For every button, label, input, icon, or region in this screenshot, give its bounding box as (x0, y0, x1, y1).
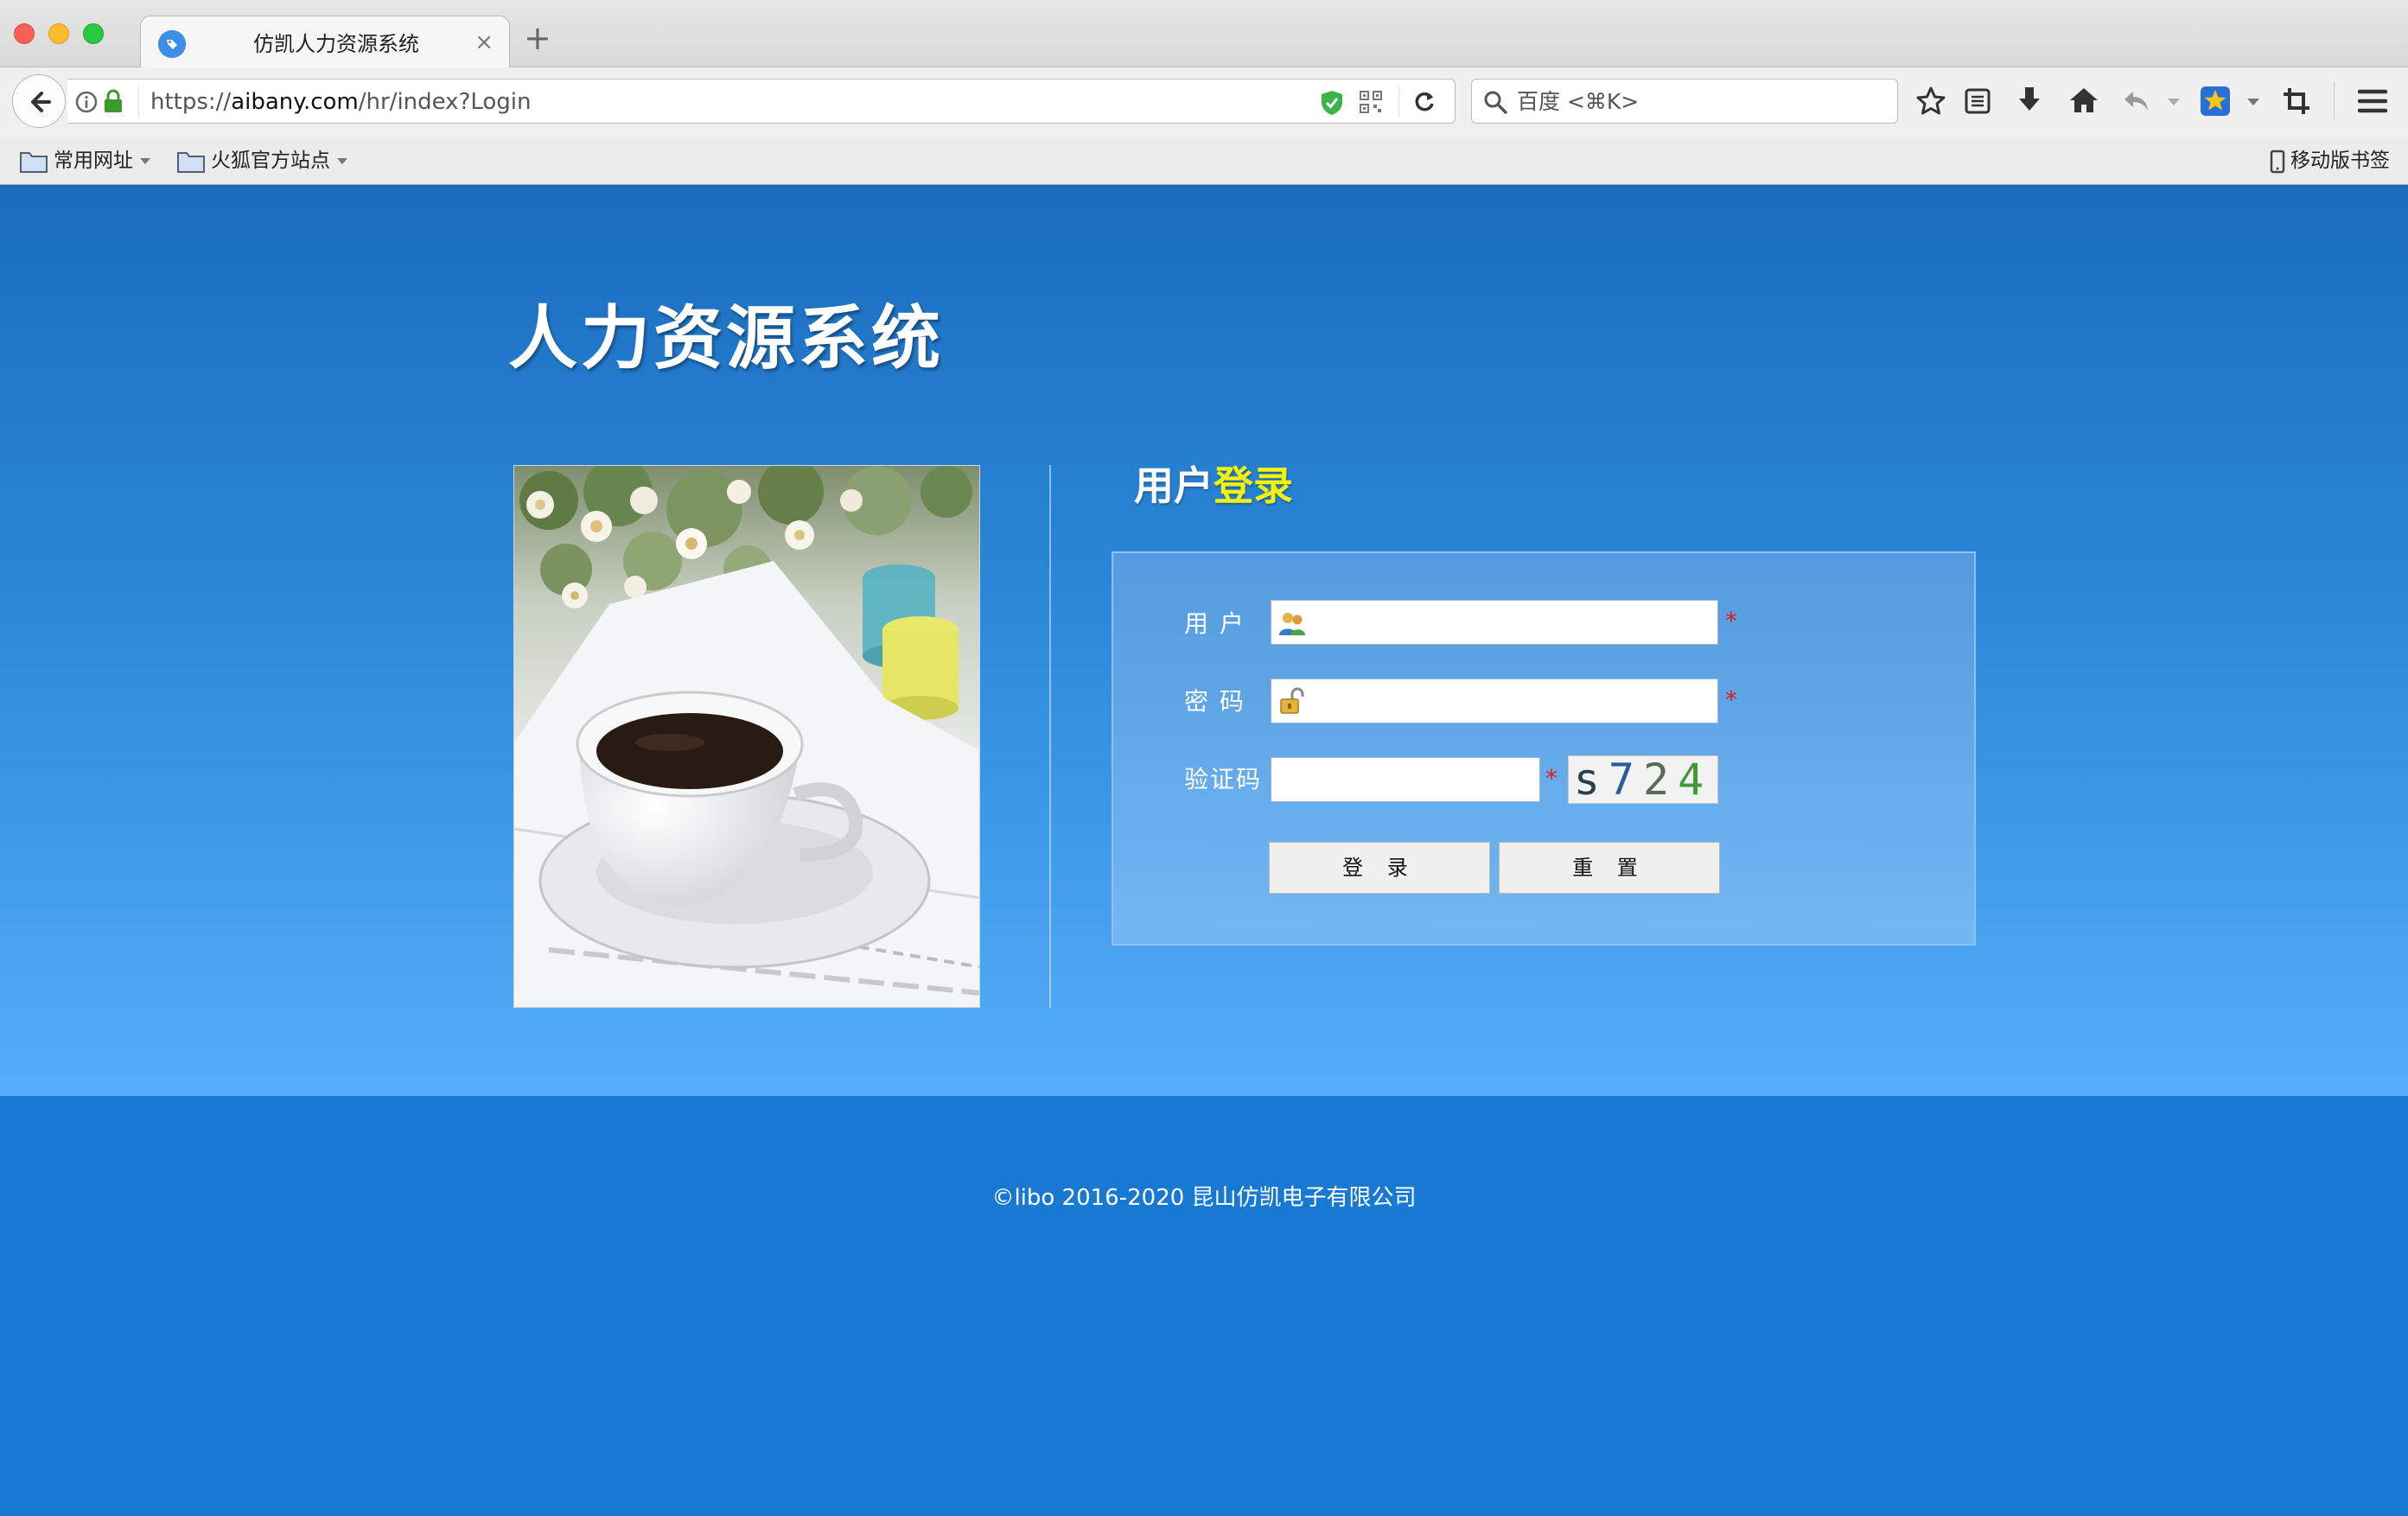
page-title: 人力资源系统 (508, 298, 944, 379)
bookmark-star-icon[interactable] (1915, 86, 1946, 117)
new-tab-button[interactable]: + (524, 22, 551, 54)
search-icon (1484, 91, 1507, 114)
mobile-bookmarks[interactable]: 移动版书签 (2270, 145, 2390, 176)
bookmarks-toolbar: 常用网址 火狐官方站点 移动版书签 (0, 137, 2408, 185)
login-hero: 人力资源系统 用户登录 用 户 * 密 码 * 验证码 * s724 登 录 重… (0, 185, 2408, 1096)
bookmark-folder-firefox[interactable]: 火狐官方站点 (176, 145, 347, 176)
mobile-bookmarks-label: 移动版书签 (2290, 150, 2390, 172)
lock-icon[interactable] (102, 88, 124, 114)
username-input[interactable] (1271, 601, 1717, 644)
info-icon[interactable] (74, 90, 99, 114)
undo-icon[interactable] (2121, 88, 2152, 114)
required-mark: * (1725, 607, 1737, 635)
window-close-button[interactable] (14, 23, 35, 44)
copyright-text: ©libo 2016-2020 昆山仿凯电子有限公司 (991, 1185, 1417, 1211)
chevron-down-icon (337, 158, 347, 164)
login-button[interactable]: 登 录 (1269, 842, 1490, 894)
required-mark: * (1725, 685, 1737, 714)
captcha-field[interactable] (1271, 757, 1540, 802)
coffee-cup-image (513, 465, 980, 1008)
unlock-icon (1280, 687, 1304, 714)
vertical-divider (1049, 465, 1051, 1008)
search-bar[interactable]: 百度 <⌘K> (1471, 79, 1898, 124)
username-field[interactable] (1271, 600, 1718, 645)
login-heading: 用户登录 (1134, 462, 1293, 509)
chevron-down-icon (140, 158, 150, 164)
home-icon[interactable] (2068, 86, 2099, 115)
tag-favicon-icon (158, 30, 186, 58)
url-text[interactable]: https://aibany.com/hr/index?Login (150, 86, 532, 118)
tab-close-icon[interactable]: × (475, 29, 494, 56)
captcha-image[interactable]: s724 (1568, 755, 1718, 804)
back-button[interactable] (12, 74, 66, 128)
window-minimize-button[interactable] (48, 23, 69, 44)
bookmark-label: 常用网址 (54, 150, 133, 172)
menu-hamburger-icon[interactable] (2358, 88, 2387, 114)
tab-title: 仿凯人力资源系统 (253, 32, 419, 56)
captcha-label: 验证码 (1184, 765, 1263, 793)
folder-icon (177, 151, 205, 173)
crop-icon[interactable] (2282, 86, 2311, 116)
bookmark-folder-common[interactable]: 常用网址 (19, 145, 150, 176)
folder-icon (20, 151, 48, 173)
footer: ©libo 2016-2020 昆山仿凯电子有限公司 (0, 1096, 2408, 1516)
users-icon (1279, 613, 1305, 635)
url-bar[interactable]: https://aibany.com/hr/index?Login (67, 79, 1456, 124)
username-label: 用 户 (1184, 609, 1245, 638)
reload-icon[interactable] (1412, 90, 1437, 114)
shield-check-icon[interactable] (1319, 89, 1345, 117)
navigation-toolbar: https://aibany.com/hr/index?Login 百度 <⌘K… (0, 67, 2408, 137)
download-icon[interactable] (2016, 85, 2043, 116)
browser-tab[interactable]: 仿凯人力资源系统 × (140, 16, 510, 69)
bookmark-label: 火狐官方站点 (211, 150, 330, 172)
login-form: 用 户 * 密 码 * 验证码 * s724 登 录 重 置 (1112, 551, 1976, 946)
arrow-left-icon (31, 92, 51, 112)
reading-list-icon[interactable] (1964, 86, 1991, 116)
qr-code-icon[interactable] (1359, 90, 1383, 114)
undo-dropdown-icon[interactable] (2168, 99, 2180, 105)
reset-button[interactable]: 重 置 (1499, 842, 1720, 894)
captcha-input[interactable] (1271, 758, 1539, 801)
browser-tab-strip: 仿凯人力资源系统 × + (0, 0, 2408, 69)
window-maximize-button[interactable] (83, 23, 104, 44)
search-placeholder: 百度 <⌘K> (1517, 89, 1640, 114)
extension-star-icon[interactable] (2199, 85, 2232, 118)
mobile-phone-icon (2270, 150, 2285, 173)
extension-dropdown-icon[interactable] (2247, 99, 2259, 105)
required-mark: * (1545, 764, 1558, 793)
password-input[interactable] (1271, 679, 1717, 723)
password-field[interactable] (1271, 678, 1718, 723)
password-label: 密 码 (1184, 687, 1245, 716)
